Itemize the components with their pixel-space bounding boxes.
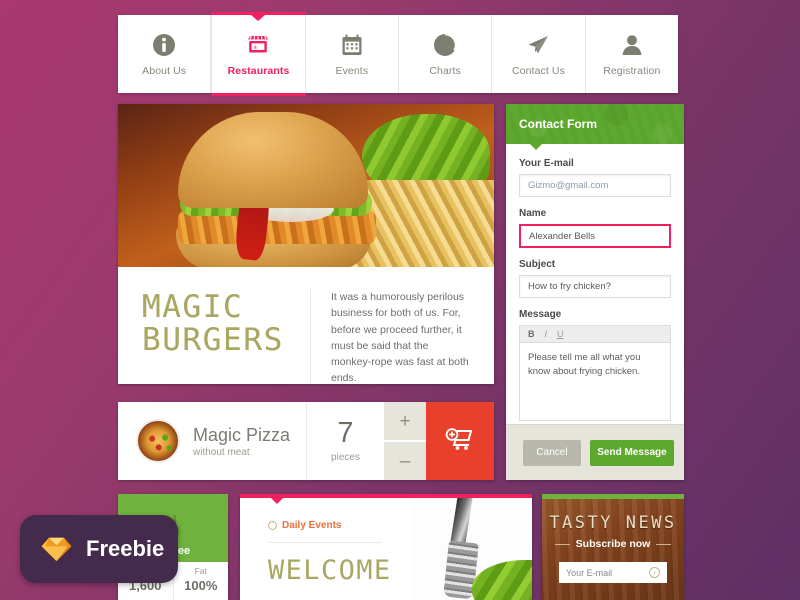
name-label: Name bbox=[519, 208, 547, 219]
underline-button[interactable]: U bbox=[557, 329, 564, 339]
message-label: Message bbox=[519, 309, 562, 320]
pie-chart-icon bbox=[432, 32, 458, 58]
shop-icon bbox=[245, 32, 271, 58]
increment-button[interactable]: + bbox=[384, 402, 426, 440]
message-textarea[interactable]: Please tell me all what you know about f… bbox=[520, 343, 670, 388]
nav-item-events[interactable]: Events bbox=[306, 15, 399, 93]
welcome-events-card: Daily Events WELCOME bbox=[240, 494, 532, 600]
welcome-title: WELCOME bbox=[268, 555, 392, 586]
newsletter-placeholder: Your E-mail bbox=[566, 567, 613, 578]
nav-label: Events bbox=[335, 64, 369, 77]
nav-label: Registration bbox=[603, 64, 661, 77]
contact-form-panel: Contact Form Your E-mail Gizmo@gmail.com… bbox=[506, 104, 684, 480]
stat-value: 100% bbox=[184, 578, 218, 593]
contact-form-header: Contact Form bbox=[506, 104, 684, 150]
bold-button[interactable]: B bbox=[528, 329, 535, 339]
add-to-cart-button[interactable] bbox=[426, 402, 494, 480]
cancel-button[interactable]: Cancel bbox=[523, 439, 581, 466]
burger-photo bbox=[118, 104, 494, 267]
subject-field[interactable]: How to fry chicken? bbox=[519, 275, 671, 298]
header-notch bbox=[530, 144, 542, 150]
burger-info: MAGIC BURGERS It was a humorously perilo… bbox=[118, 267, 494, 384]
bullet-circle-icon bbox=[268, 521, 277, 530]
nav-label: Restaurants bbox=[227, 64, 290, 77]
email-field[interactable]: Gizmo@gmail.com bbox=[519, 174, 671, 197]
freebie-label: Freebie bbox=[86, 536, 165, 561]
daily-events-label: Daily Events bbox=[282, 520, 342, 531]
burger-description: It was a humorously perilous business fo… bbox=[331, 291, 469, 384]
news-subtitle-row: Subscribe now bbox=[542, 538, 684, 550]
welcome-inner: Daily Events WELCOME bbox=[240, 498, 532, 600]
decrement-button[interactable]: – bbox=[384, 440, 426, 480]
calendar-icon bbox=[339, 32, 365, 58]
pizza-subtitle: without meat bbox=[193, 446, 250, 458]
welcome-notch bbox=[271, 498, 283, 504]
contact-form-title: Contact Form bbox=[519, 117, 597, 131]
contact-form-footer: Cancel Send Message bbox=[506, 424, 684, 480]
welcome-text-column: Daily Events WELCOME bbox=[240, 498, 410, 600]
freebie-badge: Freebie bbox=[20, 515, 178, 583]
burger-description-column: It was a humorously perilous business fo… bbox=[310, 289, 470, 384]
daily-events-link[interactable]: Daily Events bbox=[268, 520, 410, 531]
paper-plane-icon bbox=[525, 32, 551, 58]
user-icon bbox=[619, 32, 645, 58]
message-editor: B I U Please tell me all what you know a… bbox=[519, 325, 671, 421]
dash-left bbox=[554, 543, 570, 545]
quantity-unit: pieces bbox=[331, 452, 360, 463]
nav-label: About Us bbox=[142, 64, 187, 77]
newsletter-email-input[interactable]: Your E-mail › bbox=[559, 562, 667, 583]
nav-item-restaurants[interactable]: Restaurants bbox=[211, 12, 306, 96]
stat-item: Fat 100% bbox=[174, 562, 229, 600]
burger-title: MAGIC BURGERS bbox=[142, 289, 310, 384]
nav-label: Contact Us bbox=[512, 64, 565, 77]
nav-item-registration[interactable]: Registration bbox=[586, 15, 678, 93]
quantity-value: 7 bbox=[337, 417, 354, 449]
send-message-button[interactable]: Send Message bbox=[590, 439, 674, 466]
subject-label: Subject bbox=[519, 259, 556, 270]
add-to-cart-icon bbox=[445, 426, 475, 457]
news-subtitle: Subscribe now bbox=[575, 538, 651, 550]
active-tab-notch bbox=[251, 15, 266, 21]
news-title: TASTY NEWS bbox=[549, 513, 677, 533]
italic-button[interactable]: I bbox=[545, 329, 548, 339]
burger-title-line-1: MAGIC bbox=[142, 289, 244, 325]
pizza-text: Magic Pizza without meat bbox=[193, 425, 290, 458]
nav-item-contact-us[interactable]: Contact Us bbox=[492, 15, 586, 93]
email-label: Your E-mail bbox=[519, 158, 574, 169]
message-toolbar: B I U bbox=[520, 326, 670, 343]
magic-pizza-card: Magic Pizza without meat 7 pieces + – bbox=[118, 402, 494, 480]
pizza-quantity: 7 pieces bbox=[306, 402, 384, 480]
divider bbox=[268, 542, 382, 543]
tasty-news-card: TASTY NEWS Subscribe now Your E-mail › bbox=[542, 494, 684, 600]
pizza-info: Magic Pizza without meat bbox=[118, 402, 306, 480]
magic-burgers-card: MAGIC BURGERS It was a humorously perilo… bbox=[118, 104, 494, 384]
submit-arrow-icon[interactable]: › bbox=[649, 567, 660, 578]
nav-item-about-us[interactable]: About Us bbox=[118, 15, 212, 93]
contact-form-body: Your E-mail Gizmo@gmail.com Name Alexand… bbox=[506, 144, 684, 424]
pizza-thumbnail bbox=[136, 419, 180, 463]
info-icon bbox=[151, 32, 177, 58]
name-field[interactable]: Alexander Bells bbox=[519, 224, 671, 248]
news-body: TASTY NEWS Subscribe now Your E-mail › bbox=[542, 499, 684, 600]
dash-right bbox=[656, 543, 672, 545]
pizza-name: Magic Pizza bbox=[193, 424, 291, 445]
quantity-steppers: + – bbox=[384, 402, 426, 480]
welcome-photo bbox=[410, 498, 532, 600]
main-navigation: About Us Restaurants Events Charts Conta… bbox=[118, 12, 678, 96]
top-bun bbox=[178, 112, 368, 208]
nav-item-charts[interactable]: Charts bbox=[399, 15, 493, 93]
nav-label: Charts bbox=[429, 64, 461, 77]
burger-title-line-2: BURGERS bbox=[142, 321, 284, 358]
stat-label: Fat bbox=[194, 566, 207, 576]
lettuce-garnish bbox=[472, 560, 532, 600]
sketch-diamond-icon bbox=[40, 535, 73, 563]
